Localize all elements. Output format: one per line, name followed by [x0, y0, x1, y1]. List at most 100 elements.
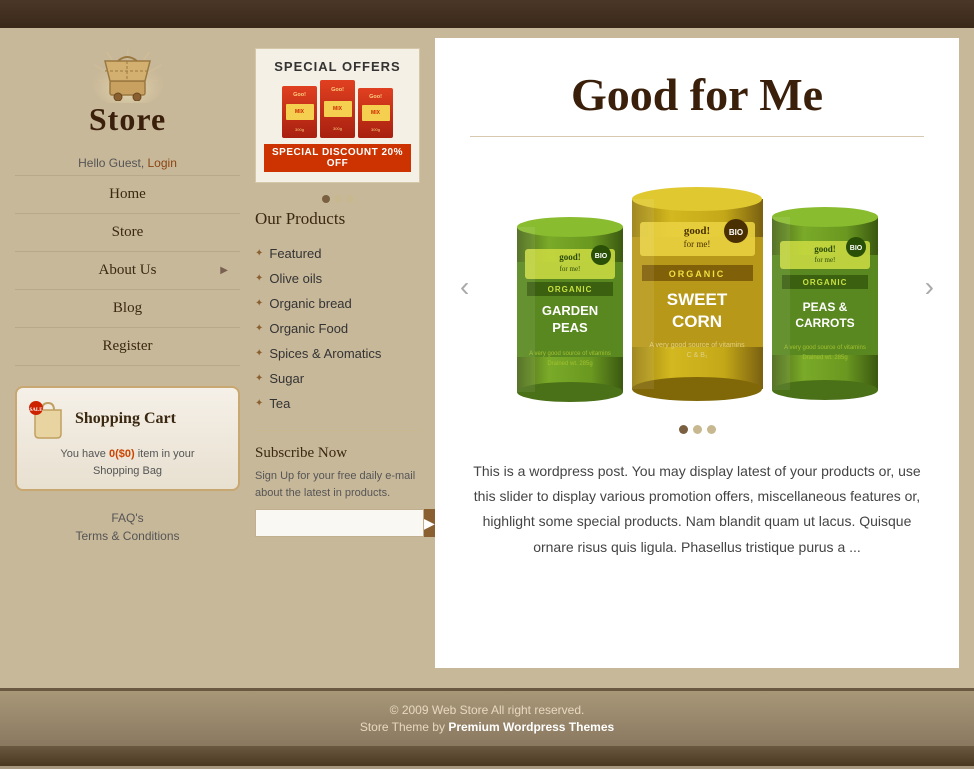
- banner-dots: [255, 195, 420, 203]
- slider-dots: [470, 425, 924, 434]
- cart-header: SALE Shopping Cart: [29, 398, 226, 440]
- main-wrapper: Store Hello Guest, Login Home Store Abou…: [0, 28, 974, 688]
- subscribe-form: ▶: [255, 509, 420, 537]
- top-bar: [0, 0, 974, 28]
- slider-dot-3[interactable]: [707, 425, 716, 434]
- can-sweet-corn: good! for me! BIO ORGANIC SWEET CORN A v…: [620, 177, 775, 407]
- bullet-icon: ✦: [255, 373, 263, 384]
- logo-area: Store: [15, 38, 240, 148]
- special-offers-banner[interactable]: SPECIAL OFFERS Goo! MIX 300g Goo! MIX: [255, 48, 420, 183]
- shopping-cart-box: SALE Shopping Cart You have 0($0) item i…: [15, 386, 240, 491]
- product-list: ✦ Featured ✦ Olive oils ✦ Organic bread …: [255, 241, 420, 416]
- svg-text:CARROTS: CARROTS: [795, 316, 854, 330]
- product-box-3: Goo! MIX 300g: [358, 88, 393, 138]
- svg-text:PEAS: PEAS: [552, 320, 588, 335]
- special-offers-products: Goo! MIX 300g Goo! MIX 300g: [264, 80, 411, 138]
- can-garden-peas: good! for me! BIO ORGANIC GARDEN PEAS A …: [505, 207, 635, 407]
- svg-text:for me!: for me!: [814, 256, 835, 264]
- svg-text:good!: good!: [559, 252, 581, 262]
- can-peas-carrots: good! for me! BIO ORGANIC PEAS & CARROTS…: [760, 197, 890, 407]
- svg-text:ORGANIC: ORGANIC: [802, 278, 847, 287]
- nav-item-about[interactable]: About Us: [15, 251, 240, 289]
- svg-text:PEAS &: PEAS &: [802, 300, 847, 314]
- slider-inner: ‹: [470, 157, 924, 417]
- cans-container: good! for me! BIO ORGANIC GARDEN PEAS A …: [505, 167, 890, 407]
- cart-bag-icon: SALE: [29, 398, 67, 440]
- svg-text:GARDEN: GARDEN: [541, 303, 597, 318]
- subscribe-input[interactable]: [255, 509, 424, 537]
- slider-area: ‹: [470, 157, 924, 434]
- svg-text:BIO: BIO: [849, 245, 862, 252]
- hero-divider: [470, 136, 924, 137]
- svg-text:for me!: for me!: [683, 239, 710, 249]
- list-item-organic-bread[interactable]: ✦ Organic bread: [255, 291, 420, 316]
- slider-dot-2[interactable]: [693, 425, 702, 434]
- subscribe-title: Subscribe Now: [255, 445, 420, 462]
- svg-text:A very good source of vitamins: A very good source of vitamins: [649, 342, 745, 349]
- hero-title: Good for Me: [470, 68, 924, 121]
- bullet-icon: ✦: [255, 298, 263, 309]
- nav-item-register[interactable]: Register: [15, 327, 240, 366]
- bullet-icon: ✦: [255, 323, 263, 334]
- list-item-tea[interactable]: ✦ Tea: [255, 391, 420, 416]
- sidebar: Store Hello Guest, Login Home Store Abou…: [15, 38, 240, 668]
- cart-amount: 0($0): [109, 448, 135, 460]
- slider-prev-button[interactable]: ‹: [455, 266, 474, 308]
- hero-description: This is a wordpress post. You may displa…: [470, 459, 924, 560]
- list-item-spices[interactable]: ✦ Spices & Aromatics: [255, 341, 420, 366]
- products-section-title: Our Products: [255, 209, 420, 229]
- svg-text:Drained wt. 285g: Drained wt. 285g: [802, 355, 847, 361]
- svg-text:Drained wt. 285g: Drained wt. 285g: [547, 361, 592, 367]
- svg-text:good!: good!: [814, 244, 836, 254]
- svg-text:ORGANIC: ORGANIC: [547, 285, 592, 294]
- svg-text:SALE: SALE: [29, 408, 43, 413]
- footer-theme: Store Theme by Premium Wordpress Themes: [12, 720, 962, 734]
- middle-divider: [255, 430, 420, 431]
- bullet-icon: ✦: [255, 273, 263, 284]
- svg-text:BIO: BIO: [728, 228, 742, 237]
- list-item-featured[interactable]: ✦ Featured: [255, 241, 420, 266]
- svg-text:ORGANIC: ORGANIC: [668, 269, 725, 279]
- nav-item-store[interactable]: Store: [15, 213, 240, 251]
- bullet-icon: ✦: [255, 398, 263, 409]
- svg-text:A very good source of vitamins: A very good source of vitamins: [784, 345, 866, 351]
- banner-dot-3[interactable]: [346, 195, 354, 203]
- list-item-olive-oils[interactable]: ✦ Olive oils: [255, 266, 420, 291]
- special-offers-title: SPECIAL OFFERS: [264, 59, 411, 74]
- slider-dot-1[interactable]: [679, 425, 688, 434]
- subscribe-button[interactable]: ▶: [424, 509, 435, 537]
- slider-next-button[interactable]: ›: [920, 266, 939, 308]
- svg-text:SWEET: SWEET: [666, 290, 727, 309]
- svg-text:C & B₁: C & B₁: [686, 352, 707, 359]
- svg-text:good!: good!: [683, 225, 709, 237]
- svg-text:CORN: CORN: [671, 312, 721, 331]
- store-logo-text: Store: [15, 101, 240, 138]
- product-box-2: Goo! MIX 300g: [320, 80, 355, 138]
- banner-dot-2[interactable]: [334, 195, 342, 203]
- list-item-organic-food[interactable]: ✦ Organic Food: [255, 316, 420, 341]
- cart-title: Shopping Cart: [75, 410, 176, 428]
- sidebar-footer-links: FAQ's Terms & Conditions: [15, 511, 240, 543]
- middle-column: SPECIAL OFFERS Goo! MIX 300g Goo! MIX: [240, 38, 435, 668]
- product-box-1: Goo! MIX 300g: [282, 86, 317, 138]
- page-footer: © 2009 Web Store All right reserved. Sto…: [0, 688, 974, 746]
- bottom-bar: [0, 746, 974, 766]
- main-content: Good for Me ‹: [435, 38, 959, 668]
- bullet-icon: ✦: [255, 248, 263, 259]
- svg-text:BIO: BIO: [594, 253, 607, 260]
- footer-theme-link[interactable]: Premium Wordpress Themes: [448, 720, 614, 734]
- faq-link[interactable]: FAQ's: [15, 511, 240, 525]
- svg-text:A very good source of vitamins: A very good source of vitamins: [529, 351, 611, 357]
- nav-menu: Home Store About Us Blog Register: [15, 175, 240, 366]
- svg-text:for me!: for me!: [559, 265, 580, 273]
- cart-logo-icon: [100, 53, 155, 101]
- banner-dot-1[interactable]: [322, 195, 330, 203]
- list-item-sugar[interactable]: ✦ Sugar: [255, 366, 420, 391]
- terms-link[interactable]: Terms & Conditions: [15, 529, 240, 543]
- nav-item-blog[interactable]: Blog: [15, 289, 240, 327]
- nav-item-home[interactable]: Home: [15, 175, 240, 213]
- cart-info: You have 0($0) item in your Shopping Bag: [29, 446, 226, 479]
- login-link[interactable]: Login: [148, 156, 177, 170]
- special-discount-label: SPECIAL DISCOUNT 20% OFF: [264, 144, 411, 172]
- bullet-icon: ✦: [255, 348, 263, 359]
